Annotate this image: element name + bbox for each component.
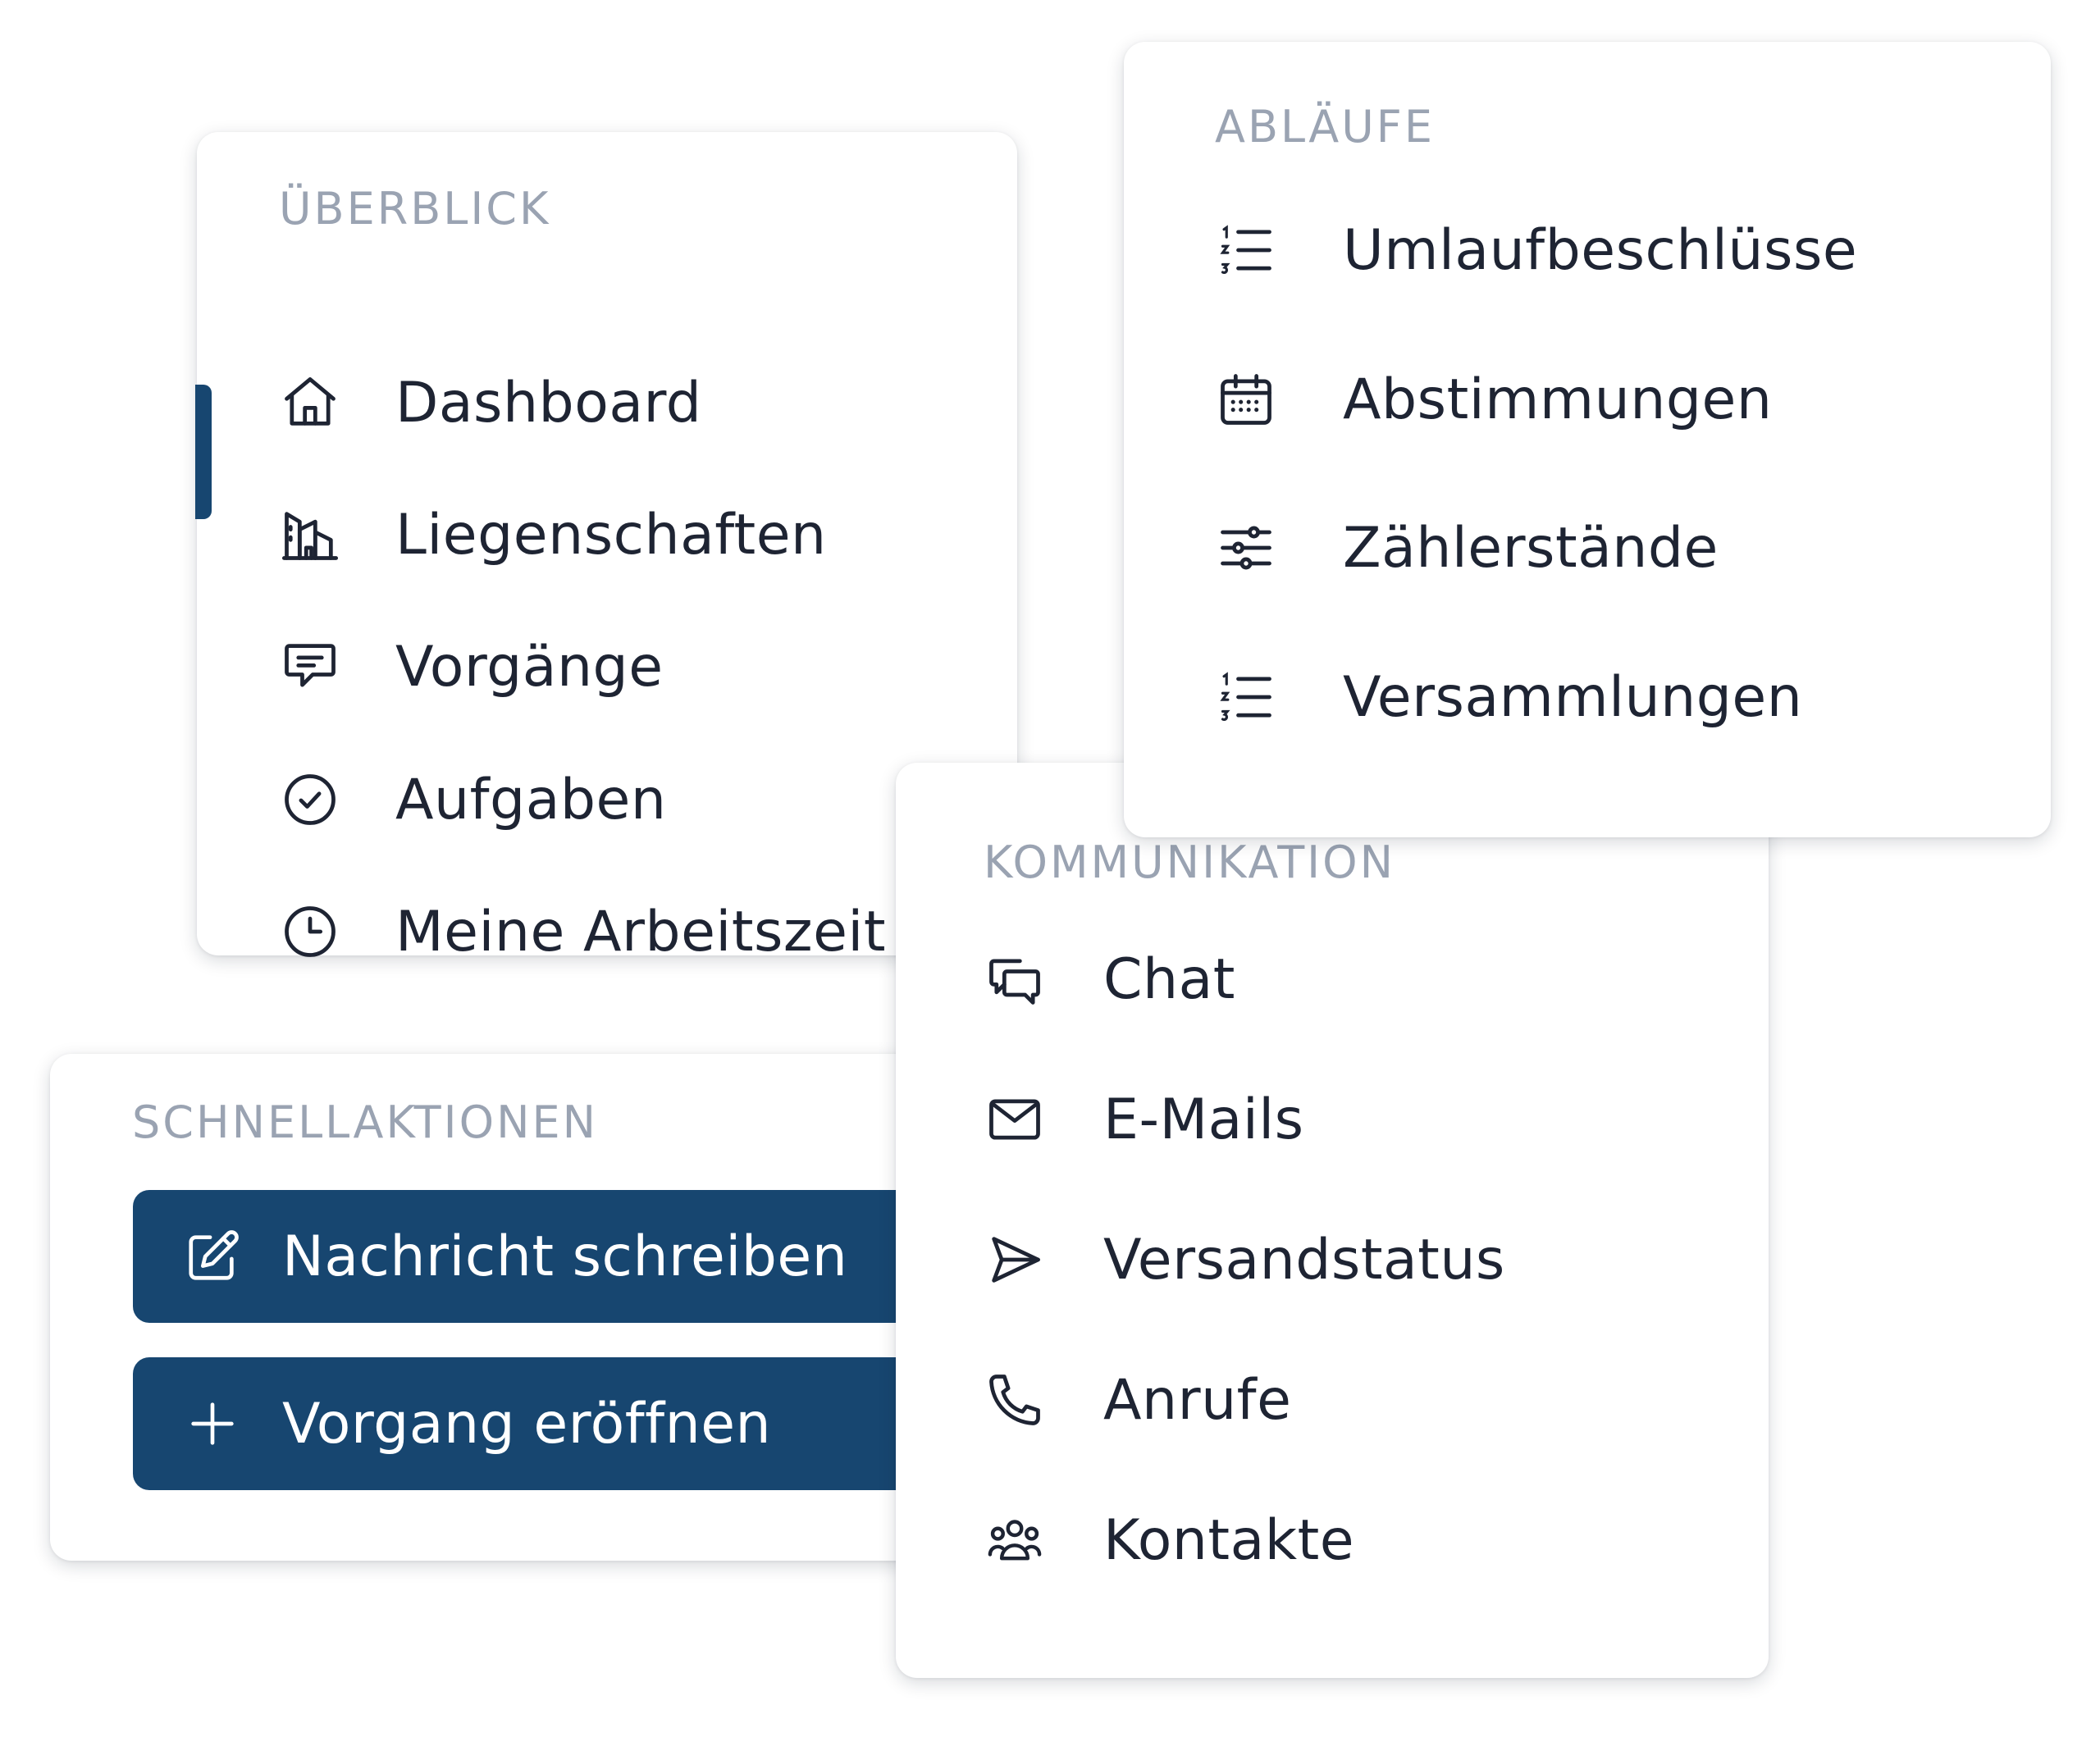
users-icon — [984, 1509, 1049, 1571]
communication-section-title: KOMMUNIKATION — [984, 837, 1396, 888]
write-message-label: Nachricht schreiben — [282, 1224, 848, 1289]
nav-label-umlaufbeschluesse: Umlaufbeschlüsse — [1343, 217, 1858, 283]
chat-bubbles-icon — [984, 948, 1049, 1010]
nav-item-abstimmungen[interactable]: Abstimmungen — [1215, 350, 1772, 449]
nav-label-versammlungen: Versammlungen — [1343, 664, 1803, 730]
nav-item-kontakte[interactable]: Kontakte — [984, 1491, 1354, 1589]
nav-item-zaehlerstaende[interactable]: Zählerstände — [1215, 499, 1719, 597]
workflows-card: ABLÄUFE Umlaufbeschlüsse Abstimmungen Zä… — [1124, 42, 2051, 837]
active-indicator — [195, 385, 212, 519]
plus-icon — [184, 1395, 241, 1452]
nav-item-versammlungen[interactable]: Versammlungen — [1215, 648, 1802, 746]
nav-item-arbeitszeit[interactable]: Meine Arbeitszeit — [279, 882, 886, 981]
nav-item-emails[interactable]: E-Mails — [984, 1070, 1304, 1169]
nav-label-emails: E-Mails — [1103, 1087, 1304, 1152]
sliders-icon — [1215, 517, 1281, 579]
home-icon — [279, 372, 345, 434]
nav-label-kontakte: Kontakte — [1103, 1507, 1355, 1573]
nav-item-vorgaenge[interactable]: Vorgänge — [279, 618, 664, 716]
nav-item-chat[interactable]: Chat — [984, 930, 1235, 1028]
nav-item-liegenschaften[interactable]: Liegenschaften — [279, 486, 827, 584]
message-square-icon — [279, 636, 345, 698]
quick-actions-section-title: SCHNELLAKTIONEN — [132, 1096, 598, 1148]
nav-item-versandstatus[interactable]: Versandstatus — [984, 1210, 1505, 1309]
nav-label-aufgaben: Aufgaben — [395, 767, 667, 832]
calendar-icon — [1215, 368, 1281, 431]
send-icon — [984, 1229, 1049, 1291]
overview-card: ÜBERBLICK Dashboard Liegenschaften Vorgä… — [195, 132, 1017, 964]
ordered-list-icon — [1215, 666, 1281, 728]
nav-item-aufgaben[interactable]: Aufgaben — [279, 750, 667, 849]
nav-item-anrufe[interactable]: Anrufe — [984, 1351, 1291, 1449]
nav-label-liegenschaften: Liegenschaften — [395, 502, 827, 568]
ordered-list-icon — [1215, 219, 1281, 281]
nav-label-zaehlerstaende: Zählerstände — [1343, 515, 1719, 581]
overview-section-title: ÜBERBLICK — [279, 183, 551, 235]
workflows-section-title: ABLÄUFE — [1215, 101, 1435, 153]
nav-label-arbeitszeit: Meine Arbeitszeit — [395, 899, 886, 964]
phone-icon — [984, 1369, 1049, 1431]
nav-label-anrufe: Anrufe — [1103, 1367, 1292, 1433]
nav-item-umlaufbeschluesse[interactable]: Umlaufbeschlüsse — [1215, 201, 1857, 299]
nav-label-chat: Chat — [1103, 946, 1235, 1012]
open-case-label: Vorgang eröffnen — [282, 1391, 772, 1457]
envelope-icon — [984, 1088, 1049, 1151]
nav-label-dashboard: Dashboard — [395, 370, 702, 435]
nav-label-vorgaenge: Vorgänge — [395, 634, 664, 700]
nav-label-abstimmungen: Abstimmungen — [1343, 367, 1773, 432]
quick-actions-card: SCHNELLAKTIONEN Nachricht schreiben Vorg… — [50, 1054, 1052, 1561]
communication-card: KOMMUNIKATION Chat E-Mails Versandstatus — [896, 763, 1769, 1678]
pencil-square-icon — [184, 1228, 241, 1285]
check-circle-icon — [279, 768, 345, 831]
buildings-icon — [279, 504, 345, 566]
nav-label-versandstatus: Versandstatus — [1103, 1227, 1505, 1292]
clock-icon — [279, 900, 345, 963]
nav-item-dashboard[interactable]: Dashboard — [279, 353, 701, 452]
